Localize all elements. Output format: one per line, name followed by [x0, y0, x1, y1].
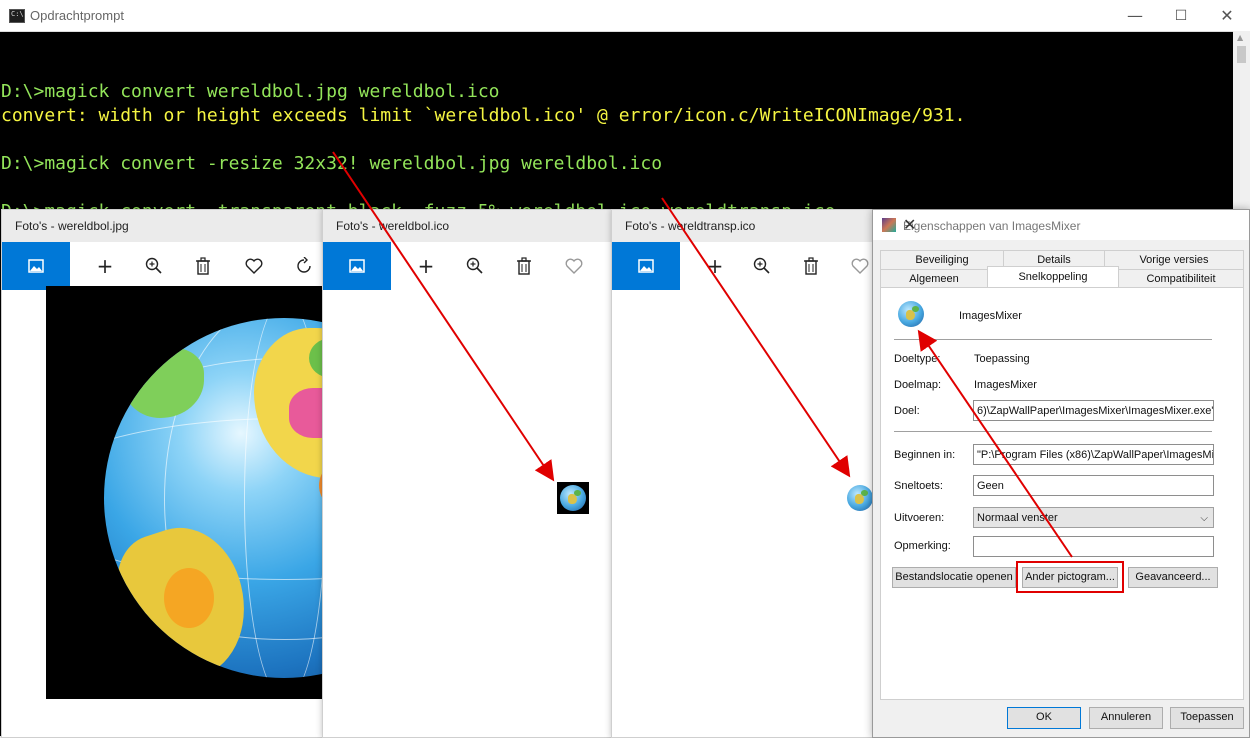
annotation-arrows: [332, 151, 1073, 558]
arrow-to-shortcut-icon: [917, 329, 1073, 558]
arrow-to-transp-ico: [661, 197, 851, 478]
arrow-to-ico: [332, 151, 555, 482]
